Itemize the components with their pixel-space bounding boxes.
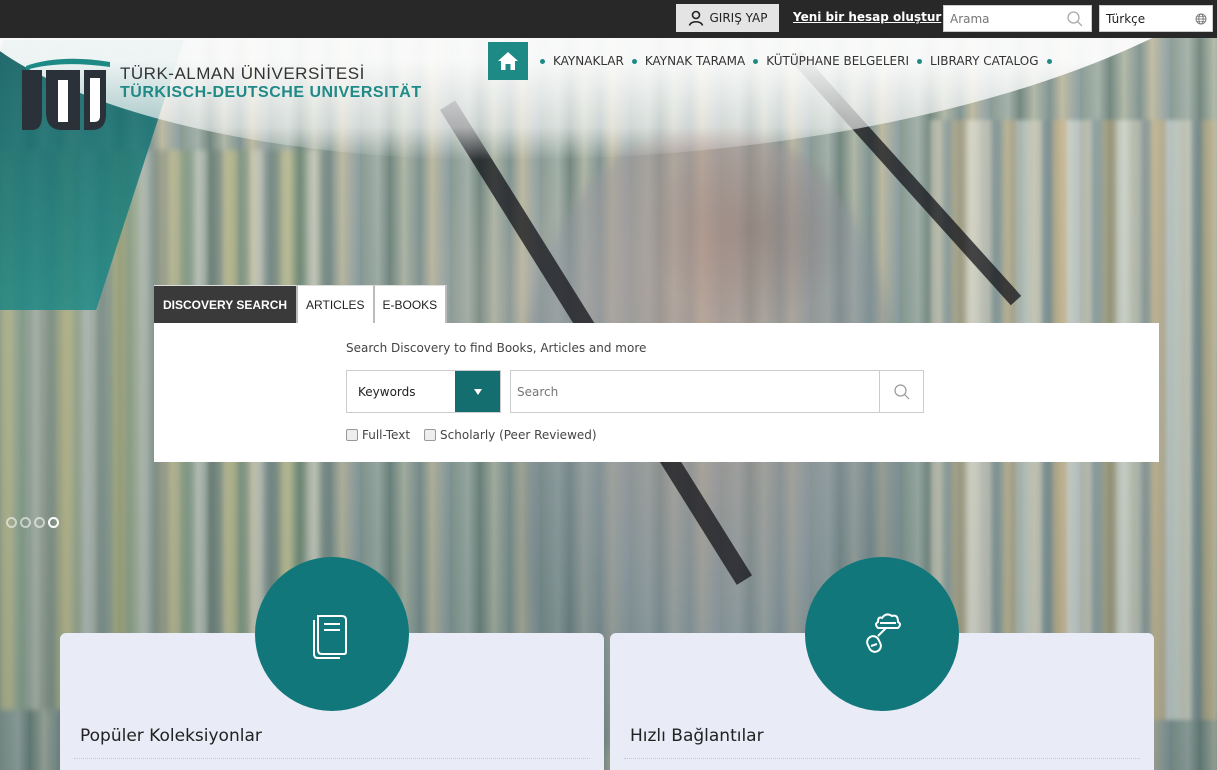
tab-articles[interactable]: ARTICLES bbox=[298, 285, 375, 323]
language-select[interactable]: Türkçe bbox=[1099, 5, 1213, 32]
card-divider bbox=[74, 758, 590, 759]
nav-item-kutuphane-belgeleri[interactable]: KÜTÜPHANE BELGELERI bbox=[766, 54, 909, 68]
register-link[interactable]: Yeni bir hesap oluştur bbox=[793, 10, 941, 24]
link-cloud-icon bbox=[866, 613, 901, 653]
card-divider bbox=[624, 758, 1140, 759]
caret-down-icon bbox=[473, 388, 482, 395]
nav-separator bbox=[917, 58, 923, 64]
tau-logo-icon bbox=[22, 58, 110, 130]
discovery-search-input[interactable] bbox=[511, 371, 879, 412]
nav-separator bbox=[753, 58, 759, 64]
scholarly-limiter[interactable]: Scholarly (Peer Reviewed) bbox=[424, 428, 597, 442]
nav-separator bbox=[1046, 58, 1052, 64]
quick-links-badge[interactable] bbox=[805, 557, 959, 711]
main-nav: KAYNAKLAR KAYNAK TARAMA KÜTÜPHANE BELGEL… bbox=[488, 42, 1060, 80]
card-title: Popüler Koleksiyonlar bbox=[80, 726, 262, 746]
nav-separator bbox=[540, 58, 545, 64]
scholarly-label: Scholarly (Peer Reviewed) bbox=[440, 428, 597, 442]
home-icon bbox=[498, 52, 518, 70]
search-icon[interactable] bbox=[1066, 10, 1084, 28]
language-label: Türkçe bbox=[1106, 11, 1146, 26]
tab-e-books[interactable]: E-BOOKS bbox=[374, 285, 448, 323]
university-name: TÜRK-ALMAN ÜNİVERSİTESİ TÜRKISCH-DEUTSCH… bbox=[120, 64, 422, 102]
site-search bbox=[943, 5, 1092, 32]
full-text-limiter[interactable]: Full-Text bbox=[346, 428, 410, 442]
user-icon bbox=[688, 10, 703, 26]
nav-item-library-catalog[interactable]: LIBRARY CATALOG bbox=[930, 54, 1039, 68]
nav-item-kaynak-tarama[interactable]: KAYNAK TARAMA bbox=[645, 54, 745, 68]
slider-dots bbox=[6, 517, 59, 528]
scholarly-checkbox[interactable] bbox=[424, 429, 437, 441]
books-icon bbox=[313, 615, 347, 659]
discovery-search-button[interactable] bbox=[879, 371, 923, 412]
globe-icon bbox=[1195, 13, 1207, 24]
slider-dot[interactable] bbox=[6, 517, 17, 528]
nav-item-kaynaklar[interactable]: KAYNAKLAR bbox=[553, 54, 624, 68]
search-field-select[interactable]: Keywords bbox=[346, 370, 501, 413]
search-field-label: Keywords bbox=[358, 384, 416, 399]
university-name-de: TÜRKISCH-DEUTSCHE UNIVERSITÄT bbox=[120, 84, 422, 101]
full-text-checkbox[interactable] bbox=[346, 429, 358, 441]
search-tabs: DISCOVERY SEARCH ARTICLES E-BOOKS bbox=[154, 285, 448, 323]
discovery-search-box bbox=[510, 370, 924, 413]
site-search-input[interactable] bbox=[944, 6, 1064, 31]
search-hint: Search Discovery to find Books, Articles… bbox=[346, 341, 647, 355]
discovery-search-panel: Search Discovery to find Books, Articles… bbox=[154, 323, 1159, 462]
login-button[interactable]: GIRIŞ YAP bbox=[676, 4, 779, 32]
search-limiters: Full-Text Scholarly (Peer Reviewed) bbox=[346, 428, 611, 442]
full-text-label: Full-Text bbox=[362, 428, 411, 442]
top-bar: GIRIŞ YAP Yeni bir hesap oluştur Türkçe bbox=[0, 0, 1217, 38]
slider-dot[interactable] bbox=[34, 517, 45, 528]
university-logo[interactable]: TÜRK-ALMAN ÜNİVERSİTESİ TÜRKISCH-DEUTSCH… bbox=[20, 56, 422, 132]
card-title: Hızlı Bağlantılar bbox=[630, 726, 764, 746]
search-icon bbox=[893, 383, 909, 399]
login-label: GIRIŞ YAP bbox=[709, 11, 768, 25]
tab-discovery-search[interactable]: DISCOVERY SEARCH bbox=[154, 285, 299, 323]
university-name-tr: TÜRK-ALMAN ÜNİVERSİTESİ bbox=[120, 64, 365, 83]
slider-dot[interactable] bbox=[20, 517, 31, 528]
home-button[interactable] bbox=[488, 42, 528, 80]
nav-separator bbox=[631, 58, 637, 64]
dropdown-toggle[interactable] bbox=[455, 371, 500, 412]
popular-collections-badge[interactable] bbox=[255, 557, 409, 711]
slider-dot-active[interactable] bbox=[48, 517, 59, 528]
